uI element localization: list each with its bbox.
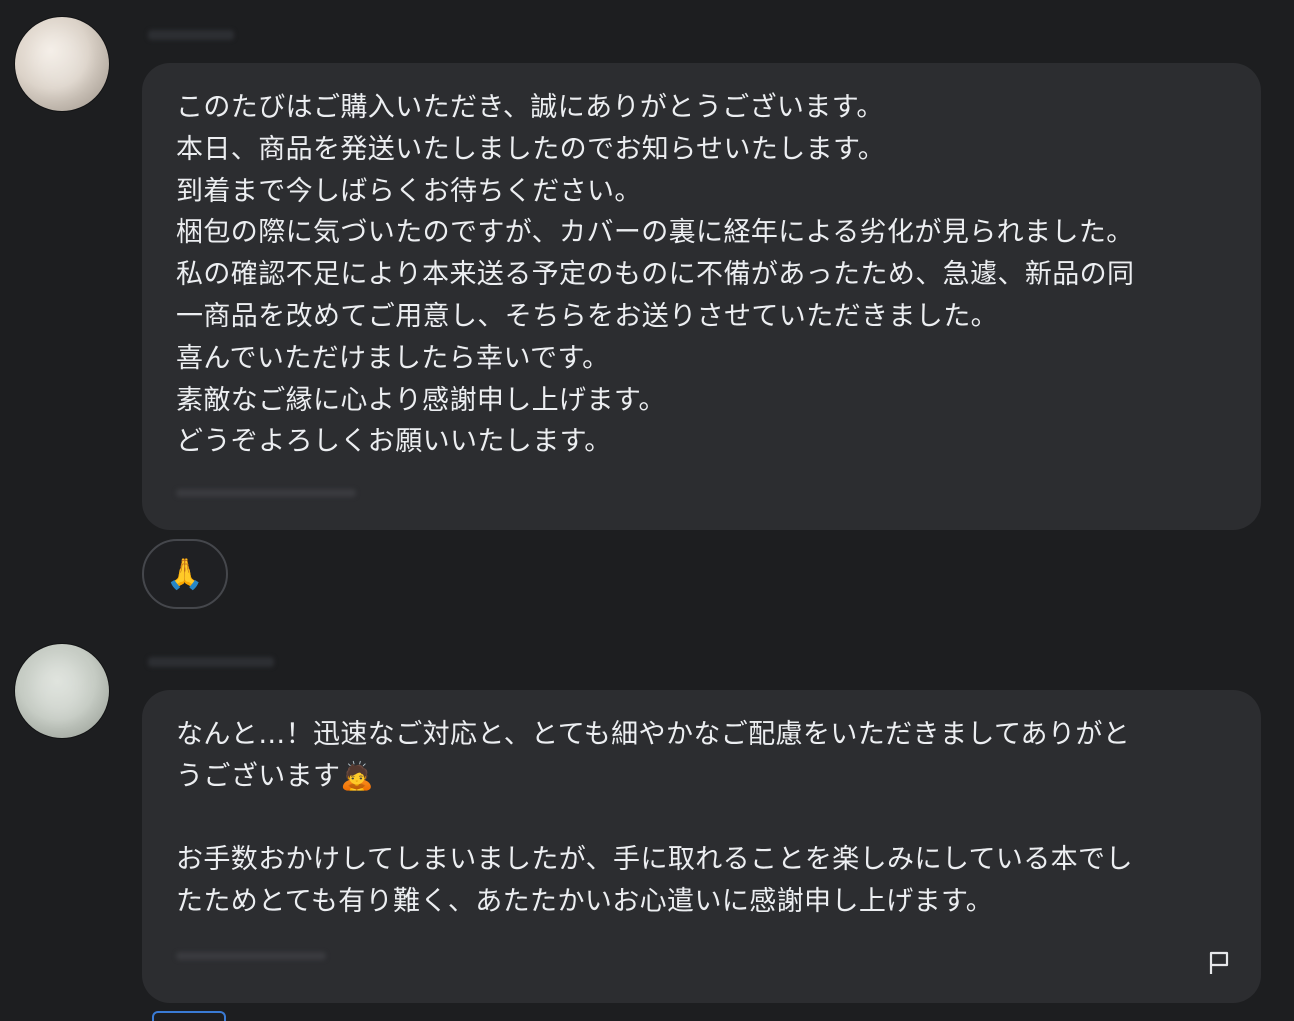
sender-avatar[interactable] — [15, 644, 109, 738]
timestamp-redacted — [176, 952, 326, 960]
message-bubble: このたびはご購入いただき、誠にありがとうございます。 本日、商品を発送いたしまし… — [142, 63, 1261, 530]
message-line: うございます🙇 — [176, 760, 375, 792]
message-line: お手数おかけしてしまいましたが、手に取れることを楽しみにしている本でし — [176, 844, 1133, 876]
message-bubble: なんと…！迅速なご対応と、とても細やかなご配慮をいただきましてありがと うござい… — [142, 690, 1261, 1003]
next-element-edge — [152, 1011, 226, 1021]
flag-icon[interactable] — [1205, 949, 1233, 977]
reaction-badge[interactable]: 🙏 — [142, 539, 228, 609]
avatar-image — [33, 31, 85, 91]
avatar-image — [33, 658, 85, 718]
message-line: 梱包の際に気づいたのですが、カバーの裏に経年による劣化が見られました。 — [176, 217, 1134, 249]
message-line: 喜んでいただけましたら幸いです。 — [176, 342, 610, 374]
message-line: 素敵なご縁に心より感謝申し上げます。 — [176, 384, 666, 416]
message-line: なんと…！迅速なご対応と、とても細やかなご配慮をいただきましてありがと — [176, 719, 1131, 750]
message-line: このたびはご購入いただき、誠にありがとうございます。 — [176, 92, 884, 123]
message-line: 到着まで今しばらくお待ちください。 — [176, 175, 642, 207]
message-line: 本日、商品を発送いたしましたのでお知らせいたします。 — [176, 133, 886, 165]
timestamp-redacted — [176, 489, 356, 497]
message-line: 私の確認不足により本来送る予定のものに不備があったため、急遽、新品の同 — [176, 259, 1135, 291]
message-line: どうぞよろしくお願いいたします。 — [176, 426, 612, 458]
sender-name-redacted — [148, 657, 274, 667]
folded-hands-emoji: 🙏 — [166, 556, 204, 592]
message-line: 一商品を改めてご用意し、そちらをお送りさせていただきました。 — [176, 300, 998, 332]
sender-avatar[interactable] — [15, 17, 109, 111]
sender-name-redacted — [148, 30, 234, 40]
message-line: たためとても有り難く、あたたかいお心遣いに感謝申し上げます。 — [176, 886, 994, 918]
